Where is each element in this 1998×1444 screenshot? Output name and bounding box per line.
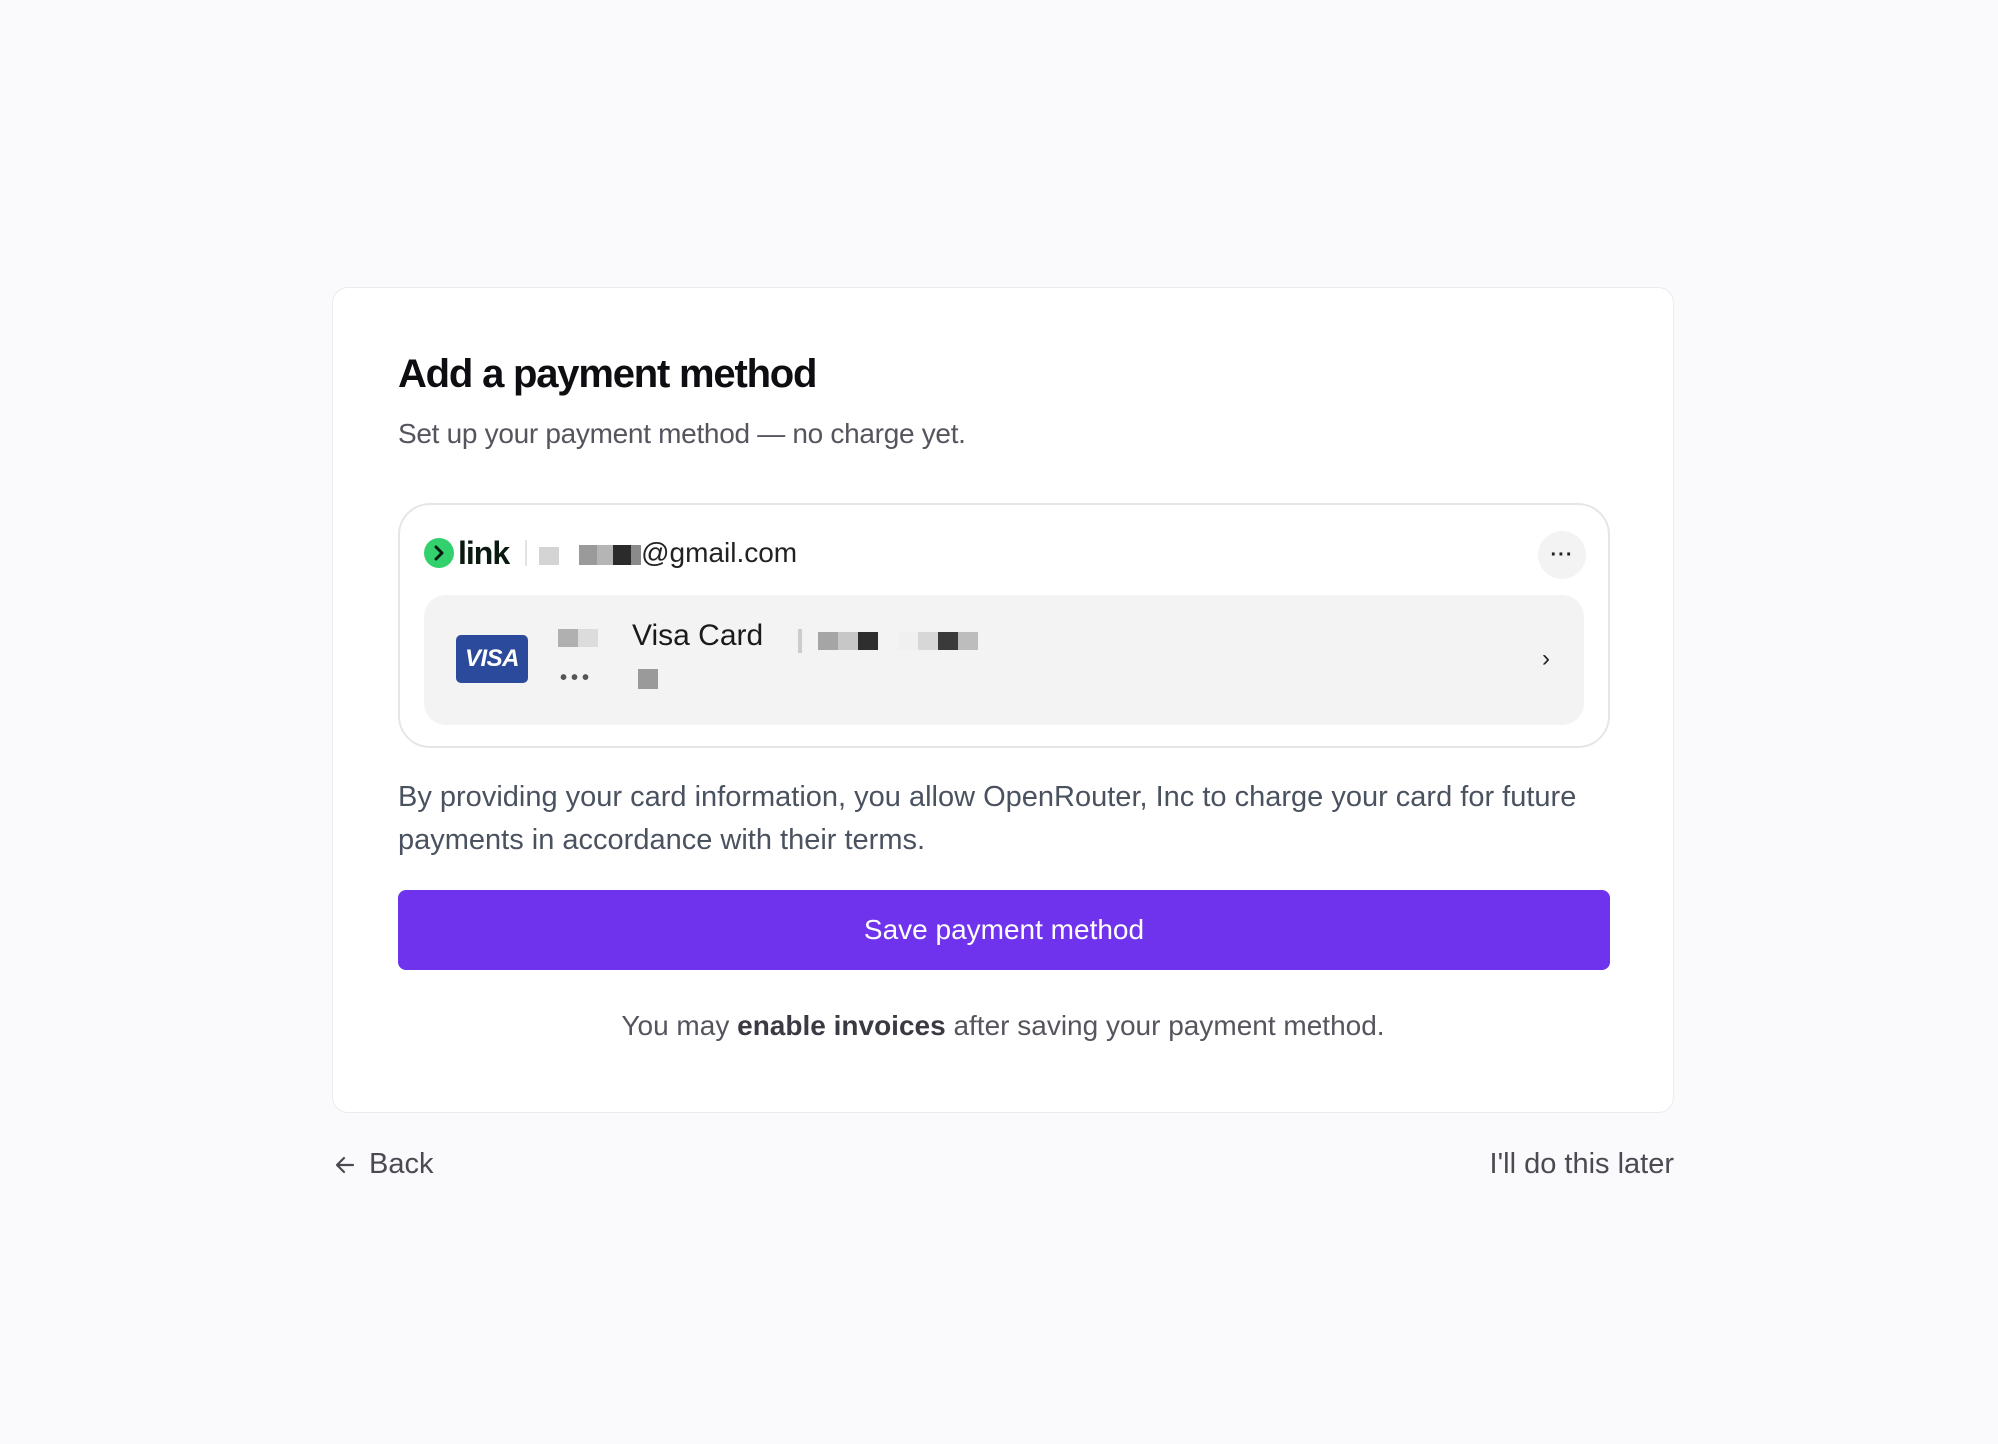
arrow-left-icon [335,1156,355,1173]
consent-text: By providing your card information, you … [398,781,1577,856]
save-payment-method-button[interactable]: Save payment method [398,890,1610,970]
chevron-right-icon: › [1542,645,1550,672]
visa-icon: VISA [456,635,528,683]
enable-invoices-text: enable invoices [737,1010,946,1041]
card-mask-pixels-right [798,629,978,653]
more-options-button[interactable]: ··· [1538,531,1586,579]
link-logo-text: link [458,534,510,571]
invoice-footnote: You may enable invoices after saving you… [333,1010,1673,1042]
footnote-suffix: after saving your payment method. [945,1010,1385,1041]
payment-card: Add a payment method Set up your payment… [332,287,1674,1113]
do-later-link[interactable]: I'll do this later [1490,1148,1674,1181]
link-divider [525,540,528,566]
link-header: link @gmail.com [424,535,797,571]
email-suffix: @gmail.com [641,537,798,568]
page-title: Add a payment method [398,352,817,396]
page-subtitle: Set up your payment method — no charge y… [398,418,966,449]
link-arrow-icon [424,538,454,568]
link-logo: link [424,534,510,572]
link-account-box: link @gmail.com ··· VISA ••• Visa Card › [398,503,1610,748]
card-mask-pixels [558,629,598,647]
card-name: Visa Card [632,619,764,652]
card-mask-dots: ••• [560,667,594,689]
back-button[interactable]: Back [333,1148,433,1181]
card-mask-pixel-bottom [638,669,658,694]
saved-card-row[interactable]: VISA ••• Visa Card › [424,595,1584,725]
link-email: @gmail.com [539,537,797,569]
footnote-prefix: You may [621,1010,738,1041]
back-label: Back [369,1148,434,1180]
